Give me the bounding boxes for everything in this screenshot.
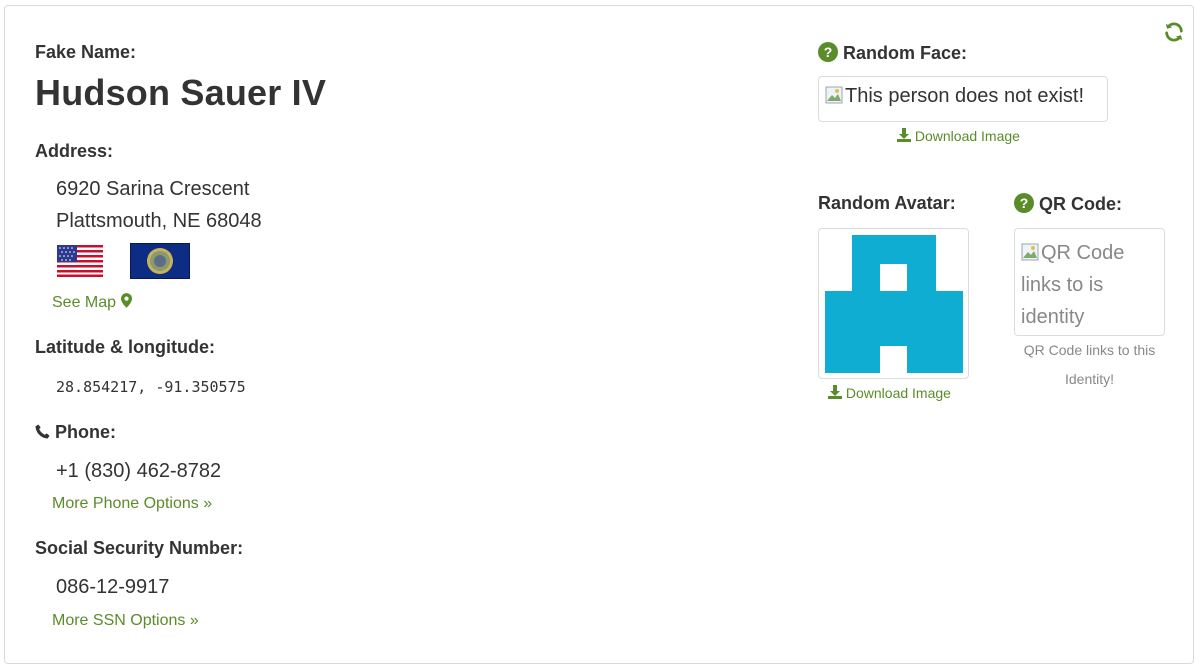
address-line2: Plattsmouth, NE 68048 [56,210,262,232]
nebraska-flag-icon [130,243,190,279]
svg-text:?: ? [1020,195,1029,211]
address-line1: 6920 Sarina Crescent [56,178,250,200]
broken-image-icon [825,86,843,104]
broken-image-icon [1021,239,1039,261]
see-map-label: See Map [52,294,117,311]
random-avatar-image[interactable] [818,228,969,379]
latlong-label: Latitude & longitude: [35,337,215,357]
svg-text:?: ? [824,44,833,60]
avatar-download-label: Download Image [845,385,951,401]
face-download-link[interactable]: Download Image [897,128,1020,145]
us-flag-icon [57,245,103,277]
qr-code-caption: QR Code links to this Identity! [1023,342,1156,387]
qr-code-label: QR Code: [1039,194,1123,214]
fake-name: Hudson Sauer IV [35,72,327,113]
phone-label: Phone: [55,422,117,442]
random-face-label: Random Face: [843,43,968,63]
random-face-label-row: ? Random Face: [818,42,967,67]
random-face-alt: This person does not exist! [845,85,1085,107]
face-download-label: Download Image [914,128,1020,144]
qr-code-image[interactable]: QR Code links to is identity [1014,228,1165,336]
random-avatar-label: Random Avatar: [818,193,956,213]
random-face-image[interactable]: This person does not exist! [818,76,1108,122]
address-label: Address: [35,141,114,161]
download-icon [897,128,911,145]
question-circle-icon[interactable]: ? [1014,193,1034,218]
avatar-identicon [825,235,963,373]
avatar-download-link[interactable]: Download Image [828,385,951,402]
phone-label-row: Phone: [35,422,116,444]
more-phone-options-link[interactable]: More Phone Options » [52,495,212,513]
map-marker-icon [120,293,132,313]
phone-icon [35,423,50,444]
qr-code-label-row: ? QR Code: [1014,193,1122,218]
latlong-value: 28.854217, -91.350575 [56,378,246,396]
download-icon [828,385,842,402]
question-circle-icon[interactable]: ? [818,42,838,67]
ssn-value: 086-12-9917 [56,576,170,598]
see-map-link[interactable]: See Map [52,293,132,313]
fake-name-label: Fake Name: [35,42,137,62]
refresh-icon[interactable] [1163,21,1185,43]
ssn-label: Social Security Number: [35,538,244,558]
phone-value: +1 (830) 462-8782 [56,460,222,482]
more-ssn-options-link[interactable]: More SSN Options » [52,612,199,630]
